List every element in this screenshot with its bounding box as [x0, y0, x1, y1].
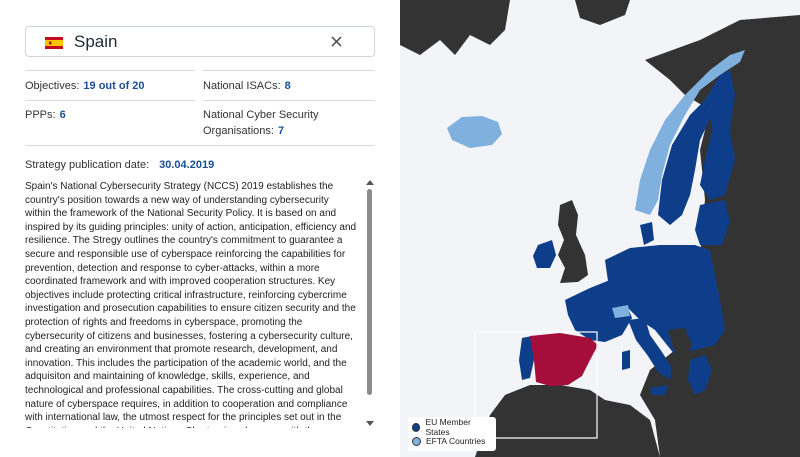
north-africa[interactable]: [475, 385, 660, 457]
strategy-description: Spain's National Cybersecurity Strategy …: [25, 181, 357, 428]
ncso-label-line1: National Cyber Security: [203, 109, 319, 121]
ireland[interactable]: [533, 240, 556, 268]
divider: [25, 70, 195, 71]
ppps-label: PPPs:: [25, 109, 56, 121]
eu-dot-icon: [412, 422, 421, 432]
arctic-islands[interactable]: [575, 0, 630, 25]
objectives-value: 19 out of 20: [83, 80, 145, 92]
divider: [25, 145, 375, 146]
map-canvas[interactable]: [400, 0, 800, 457]
denmark[interactable]: [640, 222, 654, 245]
legend-efta-label: EFTA Countries: [426, 436, 486, 446]
map-legend: EU Member States EFTA Countries: [408, 417, 496, 451]
date-value: 30.04.2019: [159, 159, 215, 171]
ncso-label-line2: Organisations:: [203, 125, 274, 137]
europe-map[interactable]: [400, 0, 800, 457]
legend-efta: EFTA Countries: [412, 434, 492, 448]
close-icon[interactable]: [328, 31, 346, 51]
efta-dot-icon: [412, 436, 421, 446]
scroll-thumb[interactable]: [367, 189, 372, 395]
isacs-label: National ISACs:: [203, 80, 281, 92]
divider: [25, 100, 195, 101]
selected-country-name[interactable]: Spain: [74, 32, 117, 52]
arctic-islands[interactable]: [400, 0, 510, 55]
sardinia[interactable]: [622, 350, 630, 370]
divider: [203, 100, 375, 101]
ppps-value: 6: [59, 109, 66, 121]
divider: [203, 70, 375, 71]
stat-ncso: National Cyber Security Organisations: 7: [203, 107, 319, 139]
isacs-value: 8: [284, 80, 291, 92]
date-label: Strategy publication date:: [25, 159, 150, 171]
description-scrollbar[interactable]: [365, 180, 375, 426]
united-kingdom[interactable]: [558, 200, 588, 283]
country-search-box[interactable]: Spain: [25, 26, 375, 57]
objectives-label: Objectives:: [25, 80, 80, 92]
scroll-down-arrow-icon[interactable]: [366, 421, 374, 426]
ncso-value: 7: [277, 125, 285, 137]
spain-selected[interactable]: [530, 333, 598, 386]
strategy-date-row: Strategy publication date: 30.04.2019: [25, 159, 214, 171]
spain-flag-icon: [45, 37, 63, 49]
country-info-panel: Spain Objectives: 19 out of 20 National I…: [0, 0, 400, 457]
legend-eu-label: EU Member States: [425, 417, 471, 437]
stat-ppps: PPPs: 6: [25, 107, 66, 123]
stat-isacs: National ISACs: 8: [203, 78, 291, 94]
stat-objectives: Objectives: 19 out of 20: [25, 78, 145, 94]
iceland[interactable]: [447, 116, 502, 148]
legend-eu: EU Member States: [412, 417, 492, 437]
scroll-up-arrow-icon[interactable]: [366, 180, 374, 185]
